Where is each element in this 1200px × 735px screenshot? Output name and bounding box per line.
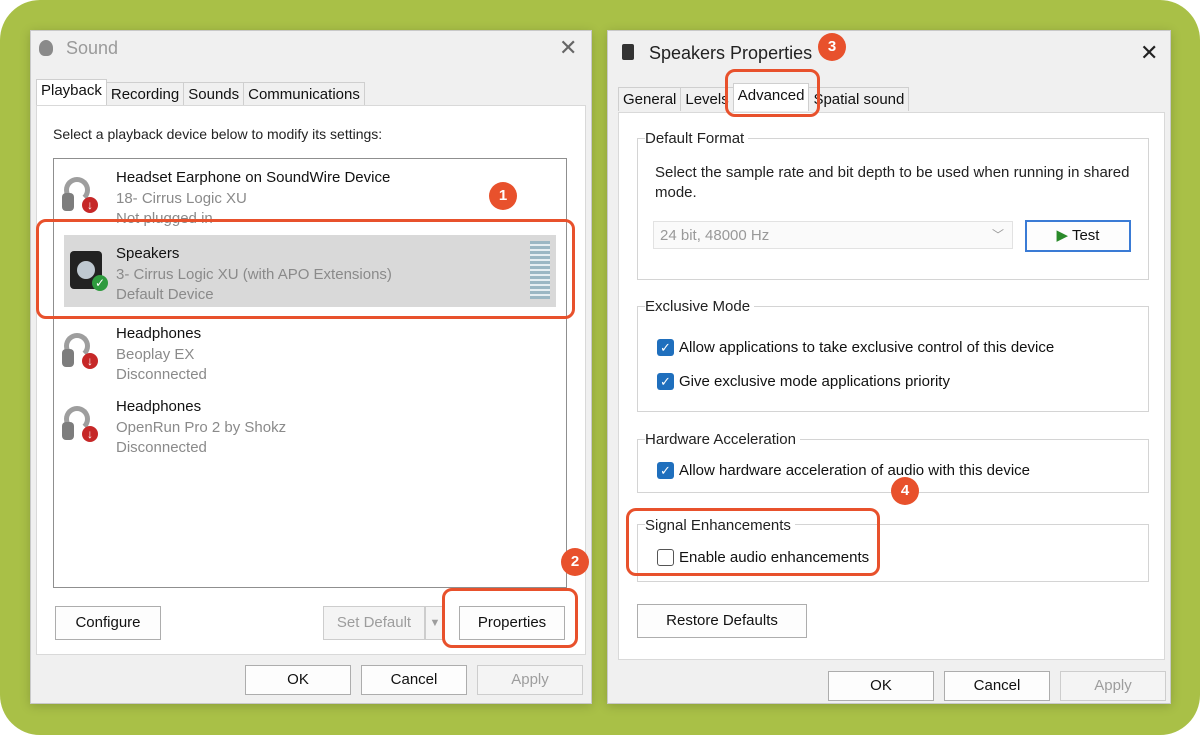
- test-button[interactable]: ▶ Test: [1025, 220, 1131, 252]
- format-select[interactable]: 24 bit, 48000 Hz ﹀: [653, 221, 1013, 249]
- exclusive-priority-checkbox[interactable]: ✓: [657, 373, 674, 390]
- headphones-icon: ↓: [62, 333, 98, 369]
- format-select-value: 24 bit, 48000 Hz: [660, 227, 770, 244]
- advanced-panel: Default Format Select the sample rate an…: [618, 112, 1165, 660]
- list-item[interactable]: ↓ Headphones Beoplay EX Disconnected: [54, 315, 564, 385]
- highlight-properties-button: [442, 588, 578, 648]
- checkbox-label: Allow applications to take exclusive con…: [679, 339, 1055, 356]
- highlight-speakers-device: [36, 219, 575, 319]
- tab-bar: Playback Recording Sounds Communications: [36, 79, 365, 106]
- set-default-button[interactable]: Set Default: [323, 606, 425, 640]
- configure-button[interactable]: Configure: [55, 606, 161, 640]
- device-driver: 18- Cirrus Logic XU: [116, 190, 247, 207]
- ok-button[interactable]: OK: [245, 665, 351, 695]
- close-icon[interactable]: ✕: [559, 37, 577, 59]
- callout-badge-1: 1: [489, 182, 517, 210]
- instruction-text: Select a playback device below to modify…: [53, 126, 383, 142]
- device-driver: Beoplay EX: [116, 346, 195, 363]
- device-name: Headphones: [116, 325, 202, 342]
- speaker-app-icon: [39, 40, 53, 56]
- headset-icon: ↓: [62, 177, 98, 213]
- tab-spatial-sound[interactable]: Spatial sound: [808, 87, 910, 111]
- disconnected-icon: ↓: [82, 353, 98, 369]
- unplugged-icon: ↓: [82, 197, 98, 213]
- device-name: Headset Earphone on SoundWire Device: [116, 169, 391, 186]
- headphones-icon: ↓: [62, 406, 98, 442]
- background-frame: Sound ✕ Playback Recording Sounds Commun…: [0, 0, 1200, 735]
- device-status: Disconnected: [116, 439, 207, 456]
- tab-sounds[interactable]: Sounds: [183, 82, 245, 106]
- callout-badge-3: 3: [818, 33, 846, 61]
- chevron-down-icon: ﹀: [991, 228, 1004, 242]
- callout-badge-2: 2: [561, 548, 589, 576]
- list-item[interactable]: ↓ Headphones OpenRun Pro 2 by Shokz Disc…: [54, 388, 564, 458]
- cancel-button[interactable]: Cancel: [361, 665, 467, 695]
- tab-general[interactable]: General: [618, 87, 682, 111]
- apply-button[interactable]: Apply: [1060, 671, 1166, 701]
- window-title: Sound: [66, 38, 119, 58]
- disconnected-icon: ↓: [82, 426, 98, 442]
- checkbox-label: Give exclusive mode applications priorit…: [679, 373, 950, 390]
- checkbox-label: Allow hardware acceleration of audio wit…: [679, 462, 1031, 479]
- group-title: Default Format: [645, 130, 749, 147]
- speakers-properties-window: Speakers Properties ✕ General Levels Adv…: [607, 30, 1171, 704]
- tab-playback[interactable]: Playback: [36, 79, 107, 106]
- restore-defaults-button[interactable]: Restore Defaults: [637, 604, 807, 638]
- test-label: Test: [1071, 227, 1100, 244]
- device-status: Disconnected: [116, 366, 207, 383]
- callout-badge-4: 4: [891, 477, 919, 505]
- cancel-button[interactable]: Cancel: [944, 671, 1050, 701]
- play-icon: ▶: [1056, 227, 1069, 244]
- hardware-acceleration-checkbox[interactable]: ✓: [657, 462, 674, 479]
- default-format-group: [637, 138, 1149, 280]
- device-driver: OpenRun Pro 2 by Shokz: [116, 419, 287, 436]
- tab-recording[interactable]: Recording: [105, 82, 185, 106]
- device-name: Headphones: [116, 398, 202, 415]
- group-title: Hardware Acceleration: [645, 431, 800, 448]
- group-title: Exclusive Mode: [645, 298, 755, 315]
- tab-communications[interactable]: Communications: [243, 82, 365, 106]
- ok-button[interactable]: OK: [828, 671, 934, 701]
- close-icon[interactable]: ✕: [1140, 42, 1158, 64]
- apply-button[interactable]: Apply: [477, 665, 583, 695]
- format-description: Select the sample rate and bit depth to …: [655, 164, 1130, 201]
- exclusive-control-checkbox[interactable]: ✓: [657, 339, 674, 356]
- highlight-advanced-tab: [725, 69, 820, 117]
- speaker-app-icon: [622, 44, 634, 60]
- highlight-signal-enhancements: [626, 508, 880, 576]
- window-title: Speakers Properties: [649, 43, 813, 63]
- exclusive-mode-group: [637, 306, 1149, 412]
